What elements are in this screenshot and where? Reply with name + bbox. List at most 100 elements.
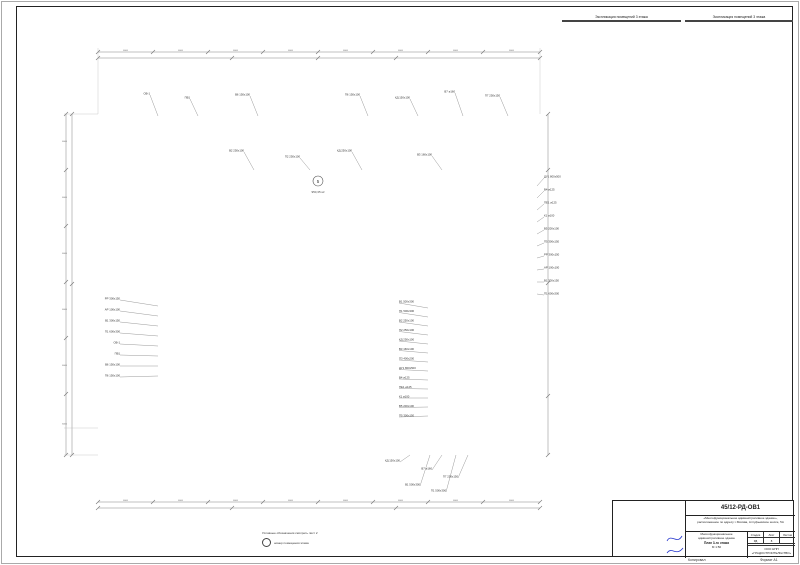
dimension-value: 6000 xyxy=(123,500,129,502)
callout-label: П1 600x300 xyxy=(105,330,121,334)
callout-leader xyxy=(536,190,545,199)
dimension-value: 6000 xyxy=(398,50,404,52)
callout-label: КД 150x100 xyxy=(385,459,400,463)
dimension-value: 6000 xyxy=(509,500,515,502)
callout-label: В2 250x100 xyxy=(229,149,244,153)
callout-label: ПВ1 xyxy=(185,96,191,100)
dimension-value: 6000 xyxy=(453,50,459,52)
object-line: административное здание xyxy=(698,535,735,540)
room-schedule-table-2: Экспликация помещений 3 этажа xyxy=(685,14,793,22)
company-name: ООО НПП «ГРАДОСТРОИТЕЛЬСТВО» xyxy=(747,545,795,558)
callout-label: П7 250x150 xyxy=(485,94,501,98)
callout-label: П1 500x300 xyxy=(399,309,415,313)
callout-leader xyxy=(431,454,443,471)
callout-leader xyxy=(536,293,545,296)
callout-leader xyxy=(536,242,545,247)
callout-leader xyxy=(536,203,545,211)
callout-label: В4 ø125 xyxy=(544,188,555,192)
sheet-number: 8 xyxy=(764,538,780,544)
callout-label: В1 300x150 xyxy=(544,279,559,283)
callout-leader xyxy=(351,151,363,171)
dimension-value: 6000 xyxy=(62,365,68,367)
callout-label: П1 500x300 xyxy=(431,489,447,493)
callout-leader xyxy=(536,255,545,259)
callout-label: КД 150x100 xyxy=(395,96,410,100)
callout-label: К1 ø100 xyxy=(544,214,555,218)
callout-label: В6 150x100 xyxy=(235,93,250,97)
area-note: 950,35 м² xyxy=(311,190,324,194)
callout-leader xyxy=(249,95,259,117)
callout-label: В2 250x100 xyxy=(399,319,414,323)
dimension-value: 6000 xyxy=(62,424,68,426)
dimension-value: 6000 xyxy=(233,500,239,502)
dimension-value: 6000 xyxy=(509,50,515,52)
callout-label: В3 160x100 xyxy=(399,347,414,351)
dimension-value: 6000 xyxy=(62,253,68,255)
callout-label: КД 250x100 xyxy=(337,149,352,153)
callout-label: В6 150x100 xyxy=(105,363,120,367)
callout-label: В5 200x100 xyxy=(399,404,414,408)
dimension-value: 6000 xyxy=(62,141,68,143)
format-label: Формат А1 xyxy=(760,558,778,562)
callout-leader xyxy=(299,157,311,171)
dimension-value: 6000 xyxy=(178,50,184,52)
dimension-value: 6000 xyxy=(398,500,404,502)
callout-label: ДУ1 800x500 xyxy=(399,366,416,370)
callout-label: П1 600x300 xyxy=(544,292,560,296)
callout-leader xyxy=(398,331,429,336)
callout-label: П5 300x150 xyxy=(544,240,560,244)
callout-label: ОВ-1 xyxy=(113,341,120,345)
dimension-value: 6000 xyxy=(62,197,68,199)
callout-leader xyxy=(536,268,545,271)
callout-leader xyxy=(536,216,545,223)
callout-label: В1 500x300 xyxy=(405,483,420,487)
callout-label: ДУ1 800x500 xyxy=(544,175,561,179)
callout-label: П2 250x100 xyxy=(285,155,301,159)
callout-label: ОВ-1 xyxy=(143,92,150,96)
callout-leader xyxy=(499,96,509,117)
callout-label: АР 100x100 xyxy=(105,308,121,312)
callout-label: В3 160x100 xyxy=(417,153,432,157)
callout-leader xyxy=(398,302,429,309)
copied-label: Копировал xyxy=(688,558,706,562)
sheets-total xyxy=(780,538,795,544)
stage-table: Стадия Лист Листов РД 8 xyxy=(747,532,795,545)
callout-leader xyxy=(398,321,429,327)
object-name-cell: Многофункциональное административное зда… xyxy=(685,532,747,558)
callout-label: РР 300x150 xyxy=(105,297,121,301)
callout-leader xyxy=(399,454,411,463)
callout-label: П6 150x100 xyxy=(345,93,361,97)
callout-label: ПВ1 xyxy=(115,352,121,356)
callout-leader xyxy=(457,454,469,479)
signature-scribbles xyxy=(666,535,684,554)
drawing-sheet: ДУ1 800x500 В4 ø125 ПЕ1 ø125 К1 ø100 В5 200x… xyxy=(0,0,800,565)
dimension-value: 6000 xyxy=(453,500,459,502)
callout-leader xyxy=(119,299,159,307)
document-number: 45/12-РД-ОВ1 xyxy=(685,501,795,516)
callout-leader xyxy=(454,92,464,117)
callout-label: В7 ø160 xyxy=(421,467,432,471)
stage-value: РД xyxy=(748,538,764,544)
dimension-value: 6000 xyxy=(343,500,349,502)
callout-leader xyxy=(119,321,159,327)
scale-label: М 1:50 xyxy=(711,544,722,549)
callout-leader xyxy=(536,177,545,187)
callout-label: П3 400x200 xyxy=(399,357,415,361)
legend-note: Условные обозначения смотреть лист 2 xyxy=(262,531,318,535)
project-name: «Многофункциональное административное зд… xyxy=(685,516,795,532)
callout-leader xyxy=(409,98,419,117)
floor-plan-drawing: ДУ1 800x500 В4 ø125 ПЕ1 ø125 К1 ø100 В5 200x… xyxy=(62,48,561,511)
callout-label: КД 250x100 xyxy=(399,338,414,342)
dimension-value: 6000 xyxy=(233,50,239,52)
callout-leader xyxy=(431,155,443,171)
callout-leader xyxy=(398,312,429,318)
callout-leader xyxy=(149,94,159,117)
title-block: 45/12-РД-ОВ1 «Многофункциональное админи… xyxy=(612,500,795,558)
callout-leader xyxy=(119,375,159,378)
dimension-value: 6000 xyxy=(343,50,349,52)
callout-label: В7 ø160 xyxy=(444,90,455,94)
callout-leader xyxy=(445,454,457,493)
callout-label: АР 100x100 xyxy=(544,266,560,270)
project-line: расположенное по адресу: г.Москва, Алтуф… xyxy=(697,519,784,524)
callout-leader xyxy=(243,151,255,171)
